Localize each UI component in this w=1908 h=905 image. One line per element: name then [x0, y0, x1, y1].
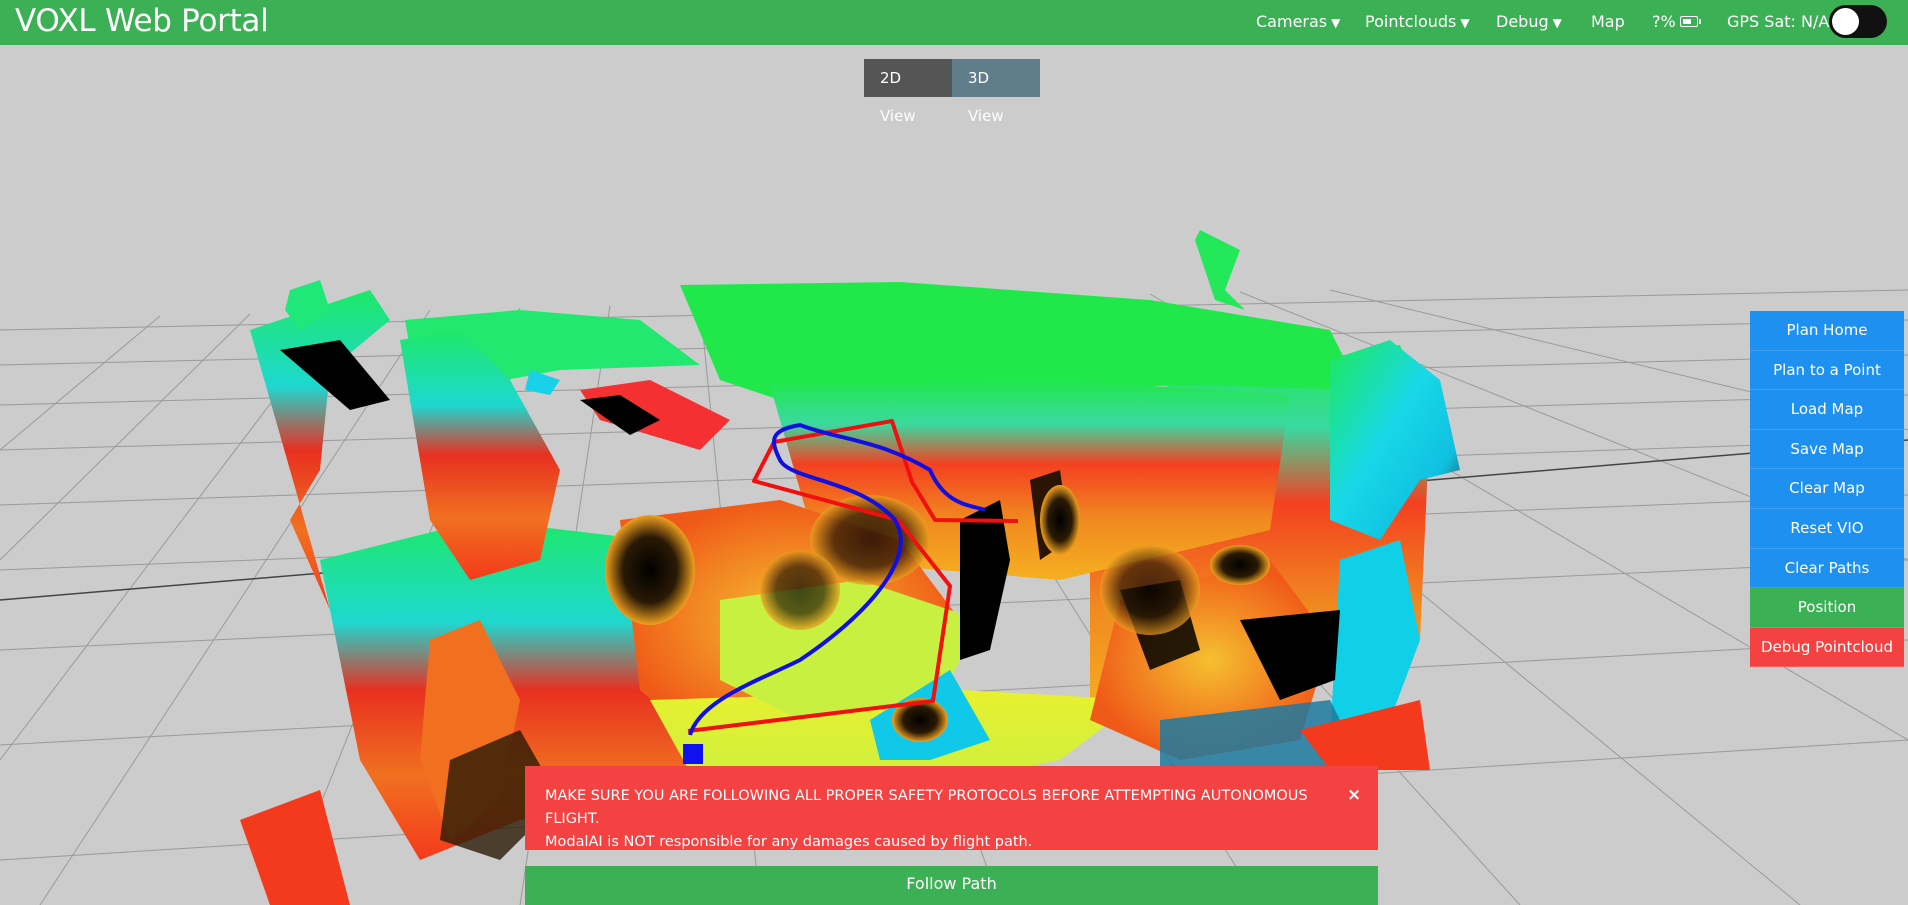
menu-cameras[interactable]: Cameras ▼: [1256, 12, 1340, 31]
save-map-button[interactable]: Save Map: [1750, 429, 1904, 470]
chevron-down-icon: ▼: [1460, 16, 1470, 30]
position-button[interactable]: Position: [1750, 588, 1904, 628]
plan-to-point-button[interactable]: Plan to a Point: [1750, 350, 1904, 391]
drone-position-marker: [683, 744, 703, 764]
app-title: VOXL Web Portal: [15, 3, 269, 39]
chevron-down-icon: ▼: [1552, 16, 1562, 30]
alert-line-1: MAKE SURE YOU ARE FOLLOWING ALL PROPER S…: [545, 788, 1308, 827]
menu-pointclouds-label: Pointclouds: [1365, 12, 1457, 31]
plan-home-button[interactable]: Plan Home: [1750, 311, 1904, 351]
battery-status: ?%: [1652, 12, 1701, 31]
menu-pointclouds[interactable]: Pointclouds ▼: [1365, 12, 1470, 31]
top-navbar: VOXL Web Portal Cameras ▼ Pointclouds ▼ De…: [0, 0, 1908, 45]
view-2d-button[interactable]: 2D View: [864, 59, 952, 125]
follow-path-button[interactable]: Follow Path: [525, 866, 1378, 905]
debug-pointcloud-button[interactable]: Debug Pointcloud: [1750, 627, 1904, 668]
battery-icon: [1679, 16, 1701, 27]
gps-status: GPS Sat: N/A: [1727, 12, 1830, 31]
safety-warning-alert: MAKE SURE YOU ARE FOLLOWING ALL PROPER S…: [525, 766, 1378, 850]
clear-paths-button[interactable]: Clear Paths: [1750, 548, 1904, 589]
close-icon[interactable]: ×: [1347, 784, 1361, 807]
planner-controls: Plan Home Plan to a Point Load Map Save …: [1750, 311, 1904, 668]
menu-debug[interactable]: Debug ▼: [1496, 12, 1562, 31]
reset-vio-button[interactable]: Reset VIO: [1750, 508, 1904, 549]
battery-percent: ?%: [1652, 12, 1676, 31]
alert-line-2: ModalAI is NOT responsible for any damag…: [545, 834, 1033, 850]
clear-map-button[interactable]: Clear Map: [1750, 469, 1904, 509]
toggle-knob: [1832, 8, 1859, 35]
armed-toggle-switch[interactable]: [1829, 5, 1887, 38]
menu-cameras-label: Cameras: [1256, 12, 1328, 31]
view-3d-button[interactable]: 3D View: [952, 59, 1040, 125]
load-map-button[interactable]: Load Map: [1750, 390, 1904, 430]
chevron-down-icon: ▼: [1331, 16, 1341, 30]
view-toggle-group: 2D View 3D View: [864, 59, 1040, 125]
menu-map[interactable]: Map: [1591, 12, 1625, 31]
menu-debug-label: Debug: [1496, 12, 1549, 31]
